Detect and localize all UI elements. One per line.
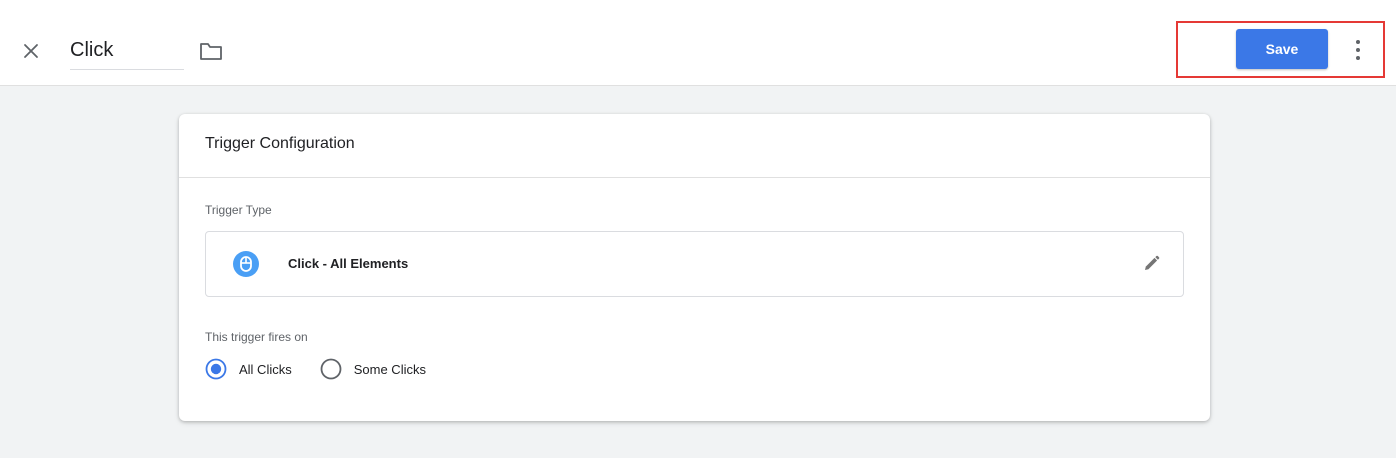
radio-some-clicks[interactable]: Some Clicks: [320, 358, 426, 380]
radio-label-some-clicks: Some Clicks: [353, 361, 426, 377]
more-vert-icon[interactable]: [1348, 38, 1368, 62]
trigger-type-selector[interactable]: Click - All Elements: [205, 231, 1184, 297]
close-icon[interactable]: [20, 40, 42, 62]
trigger-configuration-card: Trigger Configuration Trigger Type Click…: [179, 114, 1210, 421]
radio-selected-icon: [205, 358, 227, 380]
save-button[interactable]: Save: [1236, 29, 1328, 69]
edit-pencil-icon[interactable]: [1140, 253, 1162, 275]
folder-icon[interactable]: [198, 40, 224, 62]
card-header: Trigger Configuration: [179, 114, 1210, 178]
card-title: Trigger Configuration: [205, 135, 355, 152]
radio-all-clicks[interactable]: All Clicks: [205, 358, 292, 380]
trigger-type-label: Trigger Type: [205, 203, 272, 217]
radio-unselected-icon: [320, 358, 342, 380]
fires-on-radio-group: All Clicks Some Clicks: [205, 357, 454, 381]
top-toolbar: Save: [0, 0, 1396, 86]
mouse-icon: [233, 251, 259, 277]
trigger-type-name: Click - All Elements: [288, 256, 409, 271]
fires-on-label: This trigger fires on: [205, 330, 308, 344]
trigger-name-input[interactable]: [70, 36, 184, 70]
radio-label-all-clicks: All Clicks: [239, 361, 292, 377]
